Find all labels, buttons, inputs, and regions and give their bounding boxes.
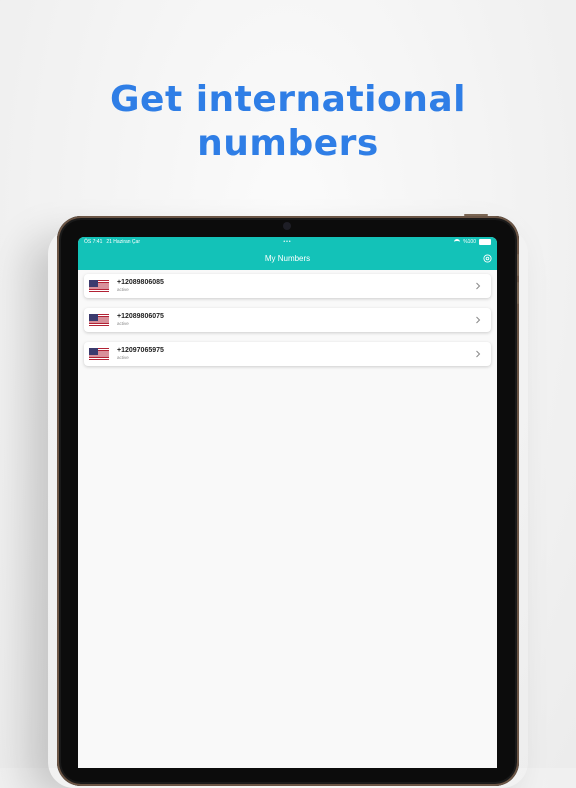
status-date: 21 Haziran Çar xyxy=(106,239,140,245)
chevron-right-icon xyxy=(476,282,481,290)
us-flag-icon xyxy=(89,314,109,326)
volume-up-button xyxy=(517,254,519,276)
battery-icon xyxy=(479,239,491,245)
chevron-right-icon xyxy=(476,350,481,358)
numbers-list: +12089806085 active +12089806075 active … xyxy=(78,270,497,366)
page-title: My Numbers xyxy=(264,254,311,263)
multitasking-dots-icon[interactable]: ••• xyxy=(283,239,291,245)
status-bar: ÖS 7:41 21 Haziran Çar ••• %100 xyxy=(78,237,497,247)
settings-icon xyxy=(482,253,492,263)
front-camera xyxy=(283,222,291,230)
headline-line-1: Get international xyxy=(109,79,467,120)
phone-number: +12089806085 xyxy=(117,279,164,286)
number-row[interactable]: +12089806085 active xyxy=(84,274,491,298)
navigation-bar: My Numbers xyxy=(78,247,497,270)
phone-number: +12097065975 xyxy=(117,347,164,354)
number-status: active xyxy=(117,355,129,360)
us-flag-icon xyxy=(89,280,109,292)
number-status: active xyxy=(117,287,129,292)
number-row[interactable]: +12097065975 active xyxy=(84,342,491,366)
settings-button[interactable] xyxy=(482,253,492,263)
marketing-headline: Get international numbers xyxy=(0,78,576,166)
power-button xyxy=(464,214,488,216)
battery-percent: %100 xyxy=(463,239,476,245)
us-flag-icon xyxy=(89,348,109,360)
phone-number: +12089806075 xyxy=(117,313,164,320)
headline-line-2: numbers xyxy=(197,123,379,164)
app-screen: ÖS 7:41 21 Haziran Çar ••• %100 My Numbe… xyxy=(78,237,497,768)
volume-down-button xyxy=(517,282,519,304)
chevron-right-icon xyxy=(476,316,481,324)
number-status: active xyxy=(117,321,129,326)
wifi-icon xyxy=(454,239,461,245)
number-row[interactable]: +12089806075 active xyxy=(84,308,491,332)
status-time: ÖS 7:41 xyxy=(84,239,103,245)
